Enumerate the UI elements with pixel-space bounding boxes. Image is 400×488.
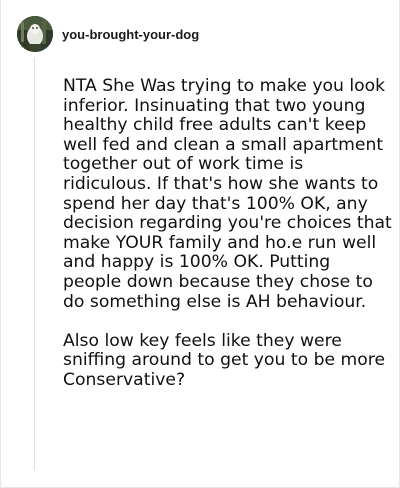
avatar[interactable]	[17, 16, 53, 52]
comment-body: NTA She Was trying to make you look infe…	[63, 76, 393, 391]
comment-card: you-brought-your-dog NTA She Was trying …	[0, 0, 400, 488]
thread-line	[34, 58, 35, 470]
comment-paragraph: NTA She Was trying to make you look infe…	[63, 76, 392, 312]
dog-photo-avatar-icon	[17, 16, 53, 52]
username-link[interactable]: you-brought-your-dog	[62, 27, 199, 42]
comment-header: you-brought-your-dog	[17, 16, 199, 52]
comment-paragraph: Also low key feels like they were sniffi…	[63, 330, 386, 390]
